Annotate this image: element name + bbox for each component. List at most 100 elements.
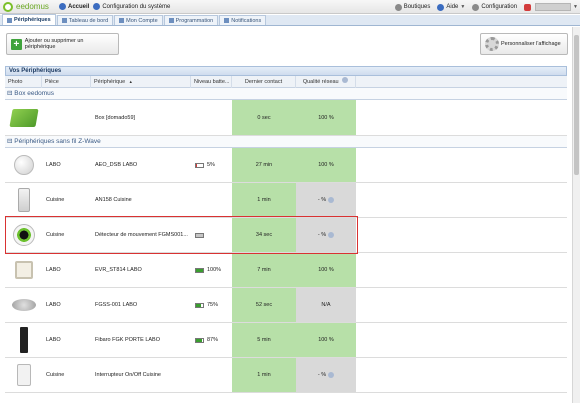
- device-photo: [5, 148, 42, 182]
- panel-title: Vos Périphériques: [5, 66, 567, 76]
- config-system-link[interactable]: Configuration du système: [93, 3, 170, 10]
- last-contact: 5 min: [232, 323, 296, 357]
- tab-0[interactable]: Périphériques: [2, 14, 56, 25]
- settings-icon: [93, 3, 101, 10]
- device-name[interactable]: AEO_DSB LABO: [91, 148, 191, 182]
- table-row[interactable]: Cuisine Interrupteur On/Off Cuisine 1 min -…: [5, 358, 567, 393]
- last-contact: 52 sec: [232, 288, 296, 322]
- device-room: LABO: [46, 162, 61, 168]
- device-name[interactable]: FGSS-001 LABO: [91, 288, 191, 322]
- logo-icon: [3, 1, 13, 12]
- table-row[interactable]: Cuisine Détecteur de mouvement FGMS001...…: [5, 218, 567, 253]
- customize-label: Personnaliser l'affichage: [501, 41, 561, 47]
- network-quality: 100 %: [296, 253, 356, 287]
- help-icon: [437, 3, 445, 11]
- table-row[interactable]: LABO AEO_DSB LABO 5% 27 min 100 %: [5, 148, 567, 183]
- network-quality-value: - %: [317, 372, 327, 378]
- table-row[interactable]: Box [domado59] 0 sec 100 %: [5, 100, 567, 136]
- tab-2[interactable]: Mon Compte: [114, 15, 163, 25]
- info-icon[interactable]: [328, 232, 335, 238]
- row-spacer: [356, 183, 567, 217]
- network-quality: 100 %: [296, 148, 356, 182]
- device-room: Cuisine: [46, 232, 65, 238]
- col-piece[interactable]: Pièce: [42, 75, 91, 88]
- tab-label: Programmation: [175, 17, 214, 24]
- tab-1[interactable]: Tableau de bord: [56, 15, 114, 25]
- col-battery[interactable]: Niveau batte...: [191, 75, 232, 88]
- table-row[interactable]: LABO EVR_ST814 LABO 100% 7 min 100 %: [5, 253, 567, 288]
- row-spacer: [356, 288, 567, 322]
- configuration-link[interactable]: Configuration: [472, 3, 518, 11]
- device-room: Cuisine: [46, 372, 65, 378]
- col-device[interactable]: Périphérique ▲: [91, 75, 191, 88]
- network-quality-value: 100 %: [318, 114, 334, 121]
- row-spacer: [356, 100, 567, 135]
- device-name[interactable]: EVR_ST814 LABO: [91, 253, 191, 287]
- boutiques-link[interactable]: Boutiques: [394, 3, 430, 11]
- col-contact[interactable]: Dernier contact: [232, 75, 296, 88]
- table-row[interactable]: LABO Fibaro FGK PORTE LABO 87% 5 min 100 %: [5, 323, 567, 358]
- aide-menu[interactable]: Aide ▼: [437, 3, 465, 11]
- device-photo: [5, 358, 42, 392]
- row-spacer: [356, 148, 567, 182]
- network-quality-value: - %: [317, 232, 327, 238]
- plug-device-image: [17, 188, 30, 212]
- thermostat-image: [14, 261, 33, 279]
- device-name[interactable]: Détecteur de mouvement FGMS001...: [91, 218, 191, 252]
- sort-asc-icon: ▲: [128, 78, 133, 84]
- box-device-image: [8, 108, 39, 127]
- battery-icon: [195, 162, 204, 168]
- tab-icon: [224, 18, 230, 23]
- customize-display-button[interactable]: Personnaliser l'affichage: [480, 33, 568, 55]
- col-quality-label: Qualité réseau: [302, 78, 339, 85]
- battery-cell: 100%: [191, 253, 232, 287]
- tab-3[interactable]: Programmation: [163, 15, 219, 25]
- col-quality[interactable]: Qualité réseau: [296, 75, 356, 88]
- user-menu[interactable]: ▼: [524, 3, 578, 11]
- add-remove-device-button[interactable]: + Ajouter ou supprimer un périphérique: [6, 33, 119, 55]
- device-room: Cuisine: [46, 197, 65, 203]
- table-row[interactable]: LABO FGSS-001 LABO 75% 52 sec N/A: [5, 288, 567, 323]
- logo-text: eedomus: [16, 2, 49, 11]
- col-empty: [356, 76, 567, 88]
- group-label: Périphériques sans fil Z-Wave: [14, 138, 101, 145]
- battery-level: 87%: [207, 337, 219, 343]
- device-photo: [5, 323, 42, 357]
- gear-icon: [472, 3, 480, 11]
- group-header[interactable]: ⊟ Périphériques sans fil Z-Wave: [5, 136, 567, 148]
- col-photo[interactable]: Photo: [5, 75, 42, 88]
- battery-level: 75%: [207, 302, 219, 308]
- battery-level: 5%: [207, 162, 215, 168]
- configuration-label: Configuration: [481, 4, 518, 10]
- gear-icon: [485, 37, 499, 51]
- scrollbar-thumb[interactable]: [574, 35, 579, 175]
- home-link[interactable]: Accueil: [59, 3, 89, 10]
- device-photo: [5, 288, 42, 322]
- device-name[interactable]: Box [domado59]: [91, 100, 191, 135]
- home-icon: [59, 3, 66, 10]
- device-name[interactable]: AN158 Cuisine: [91, 183, 191, 217]
- battery-icon: [195, 232, 204, 238]
- info-icon[interactable]: [328, 372, 335, 378]
- info-icon[interactable]: [328, 197, 335, 203]
- battery-icon: [195, 337, 204, 343]
- battery-cell: [191, 100, 232, 135]
- info-icon: [342, 76, 349, 83]
- tab-4[interactable]: Notifications: [219, 15, 267, 25]
- page-scrollbar[interactable]: [572, 27, 580, 403]
- device-photo: [5, 183, 42, 217]
- config-system-label: Configuration du système: [102, 3, 171, 10]
- device-room: [42, 100, 91, 135]
- device-name[interactable]: Interrupteur On/Off Cuisine: [91, 358, 191, 392]
- device-room: LABO: [46, 267, 61, 273]
- home-label: Accueil: [68, 3, 90, 10]
- network-quality: - %: [296, 218, 356, 252]
- switch-device-image: [16, 364, 31, 386]
- eedomus-logo[interactable]: eedomus: [3, 1, 55, 12]
- group-header[interactable]: ⊟ Box eedomus: [5, 88, 567, 100]
- network-quality: - %: [296, 358, 356, 392]
- table-row[interactable]: Cuisine AN158 Cuisine 1 min - %: [5, 183, 567, 218]
- tab-label: Notifications: [231, 17, 262, 24]
- tab-icon: [119, 18, 125, 23]
- device-name[interactable]: Fibaro FGK PORTE LABO: [91, 323, 191, 357]
